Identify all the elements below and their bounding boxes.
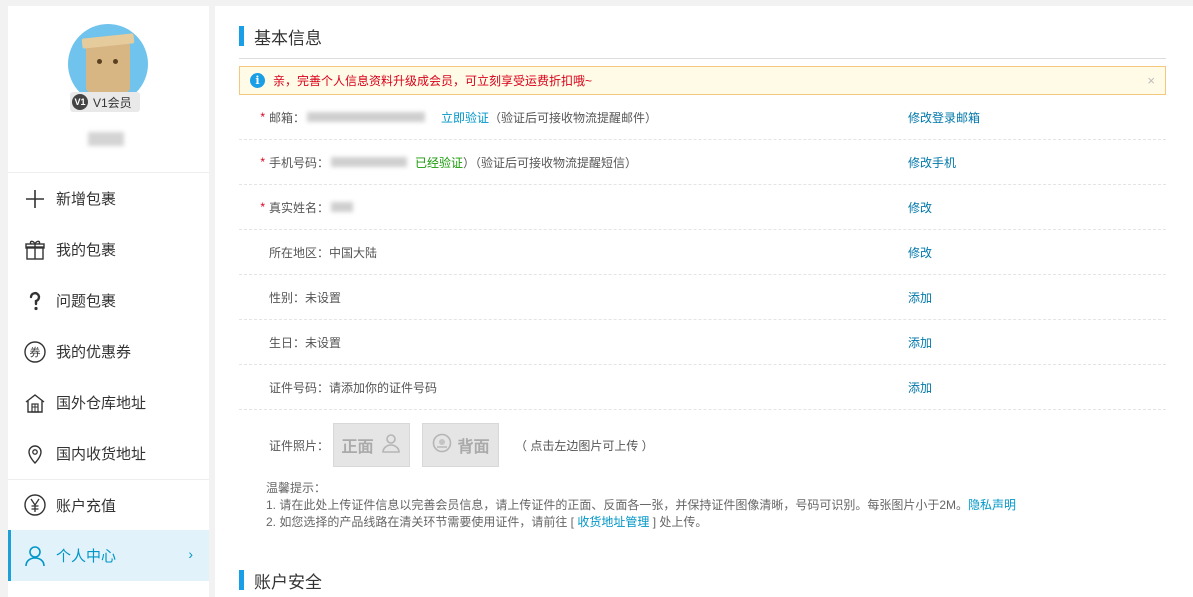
tips-line-2-prefix: 2. 如您选择的产品线路在清关环节需要使用证件，请前往 [ [266,515,578,529]
region-row: 所在地区：中国大陆 修改 [239,230,1166,275]
email-label: 邮箱： [269,110,306,125]
sidebar-item-overseas-warehouse[interactable]: 国外仓库地址 [8,377,209,428]
id-photo-row: 证件照片： 正面 背面 （ 点击左边图片可上传 ） [239,422,1166,468]
required-mark: * [260,155,265,169]
upload-hint: （ 点击左边图片可上传 ） [515,438,654,453]
location-pin-icon [22,441,48,467]
change-phone-link[interactable]: 修改手机 [908,154,956,171]
user-icon [22,543,48,569]
phone-verified-status: 已经验证 [415,155,464,170]
realname-label: 真实姓名： [269,200,330,215]
add-birthday-link[interactable]: 添加 [908,334,932,351]
sidebar-item-new-package[interactable]: 新增包裹 [8,173,209,224]
sidebar-item-label: 国内收货地址 [56,446,147,463]
question-icon [22,288,48,314]
tips-block: 温馨提示： 1. 请在此处上传证件信息以完善会员信息，请上传证件的正面、反面各一… [266,480,1166,531]
vip-badge: V1 V1会员 [70,92,140,112]
upload-front-button[interactable]: 正面 [333,423,411,467]
sidebar-item-label: 新增包裹 [56,191,117,208]
gift-icon [22,237,48,263]
svg-text:券: 券 [30,345,41,359]
id-photo-label: 证件照片： [269,438,330,453]
email-value-blurred [307,112,426,122]
realname-row: * 真实姓名： 修改 [239,185,1166,230]
tips-line-2-suffix: ] 处上传。 [649,515,708,529]
sidebar-item-label: 我的包裹 [56,242,117,259]
sidebar-item-coupons[interactable]: 券 我的优惠券 [8,326,209,377]
chevron-right-icon: › [188,546,193,562]
email-hint: （验证后可接收物流提醒邮件） [489,110,658,125]
verify-email-link[interactable]: 立即验证 [441,109,489,126]
notice-text: 亲，完善个人信息资料升级成会员，可立刻享受运费折扣哦~ [273,74,593,88]
section-title-text: 基本信息 [254,28,322,48]
sidebar-item-label: 国外仓库地址 [56,395,147,412]
required-mark: * [260,110,265,124]
upload-back-label: 背面 [457,439,490,456]
title-bar-accent [239,26,244,46]
edit-realname-link[interactable]: 修改 [908,199,932,216]
yen-icon [22,492,48,518]
upgrade-notice: i 亲，完善个人信息资料升级成会员，可立刻享受运费折扣哦~ × [239,66,1166,95]
add-idnumber-link[interactable]: 添加 [908,379,932,396]
sidebar-item-problem-packages[interactable]: 问题包裹 [8,275,209,326]
section-title-text: 账户安全 [254,572,322,592]
gender-label: 性别：未设置 [269,290,342,305]
address-management-link[interactable]: 收货地址管理 [577,515,649,529]
change-email-link[interactable]: 修改登录邮箱 [908,109,980,126]
close-icon[interactable]: × [1147,73,1155,88]
sidebar-item-label: 问题包裹 [56,293,117,310]
birthday-row: 生日：未设置 添加 [239,320,1166,365]
profile-card: V1 V1会员 [8,6,209,173]
main-content: 基本信息 i 亲，完善个人信息资料升级成会员，可立刻享受运费折扣哦~ × * 邮… [215,6,1193,597]
tips-line-1: 1. 请在此处上传证件信息以完善会员信息，请上传证件的正面、反面各一张，并保持证… [266,498,969,512]
idnumber-row: 证件号码：请添加你的证件号码 添加 [239,365,1166,410]
phone-row: * 手机号码： 已经验证 ）（验证后可接收物流提醒短信） 修改手机 [239,140,1166,185]
sidebar-item-domestic-address[interactable]: 国内收货地址 [8,428,209,479]
phone-hint: ）（验证后可接收物流提醒短信） [463,155,638,170]
username-blurred [88,132,124,146]
sidebar-item-recharge[interactable]: 账户充值 [8,479,209,530]
realname-value-blurred [331,202,354,212]
warehouse-icon [22,390,48,416]
emblem-icon [432,433,452,458]
vip-level-icon: V1 [72,94,88,110]
phone-value-blurred [331,157,408,167]
privacy-link[interactable]: 隐私声明 [968,498,1016,512]
person-icon [380,432,402,459]
sidebar-item-label: 个人中心 [56,548,117,565]
birthday-label: 生日：未设置 [269,335,342,350]
region-label: 所在地区：中国大陆 [269,245,378,260]
divider [239,58,1166,59]
section-title-security: 账户安全 [239,569,322,592]
idnumber-label: 证件号码：请添加你的证件号码 [269,380,438,395]
gender-row: 性别：未设置 添加 [239,275,1166,320]
coupon-icon: 券 [22,339,48,365]
email-row: * 邮箱： 立即验证 （验证后可接收物流提醒邮件） 修改登录邮箱 [239,95,1166,140]
sidebar-item-personal-center[interactable]: 个人中心 › [8,530,209,581]
upload-front-label: 正面 [341,439,374,456]
vip-label: V1会员 [93,95,132,110]
info-icon: i [250,73,265,88]
upload-back-button[interactable]: 背面 [422,423,500,467]
phone-label: 手机号码： [269,155,330,170]
sidebar: V1 V1会员 新增包裹 我的包裹 问题包裹 券 我的优惠券 国外仓库地址 国内… [8,6,209,597]
sidebar-item-label: 我的优惠券 [56,344,132,361]
plus-icon [22,186,48,212]
title-bar-accent [239,570,244,590]
sidebar-item-label: 账户充值 [56,497,117,515]
sidebar-item-my-packages[interactable]: 我的包裹 [8,224,209,275]
required-mark: * [260,200,265,214]
section-title-basic: 基本信息 [239,25,322,48]
edit-region-link[interactable]: 修改 [908,244,932,261]
add-gender-link[interactable]: 添加 [908,289,932,306]
tips-title: 温馨提示： [266,481,327,495]
